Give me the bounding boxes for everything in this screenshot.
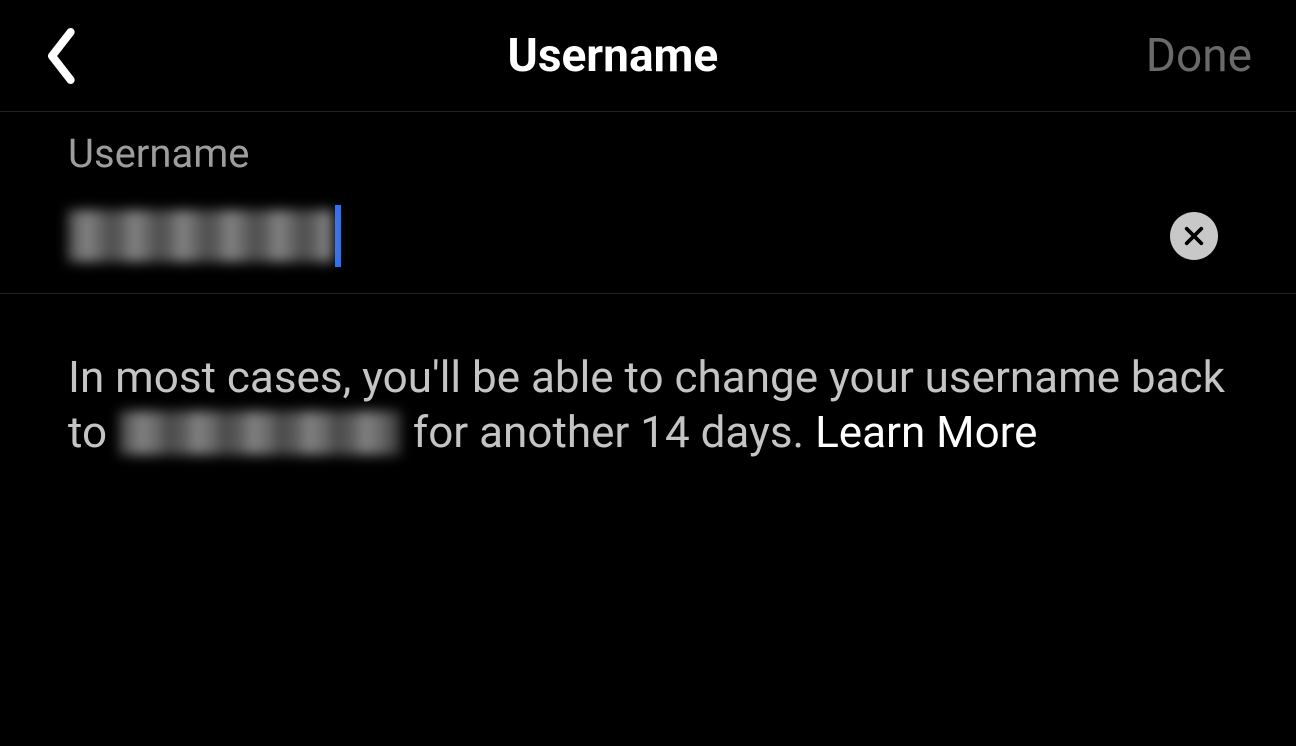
username-input[interactable] <box>68 205 341 267</box>
close-icon <box>1183 225 1205 247</box>
username-field-section: Username <box>0 112 1296 294</box>
page-title: Username <box>80 29 1146 83</box>
username-value-redacted <box>68 210 333 262</box>
chevron-left-icon <box>44 28 76 84</box>
username-field-label: Username <box>68 130 1228 177</box>
helper-text: In most cases, you'll be able to change … <box>68 350 1228 460</box>
text-caret <box>335 205 341 267</box>
header-bar: Username Done <box>0 0 1296 112</box>
helper-section: In most cases, you'll be able to change … <box>0 294 1296 460</box>
previous-username-redacted <box>120 411 400 455</box>
helper-text-after: for another 14 days. <box>402 406 815 458</box>
clear-input-button[interactable] <box>1170 212 1218 260</box>
username-input-row <box>68 205 1228 267</box>
back-button[interactable] <box>40 26 80 86</box>
done-button[interactable]: Done <box>1146 29 1256 83</box>
content-area: Username In most cases, you'll be able t… <box>0 112 1296 460</box>
learn-more-link[interactable]: Learn More <box>815 406 1037 458</box>
